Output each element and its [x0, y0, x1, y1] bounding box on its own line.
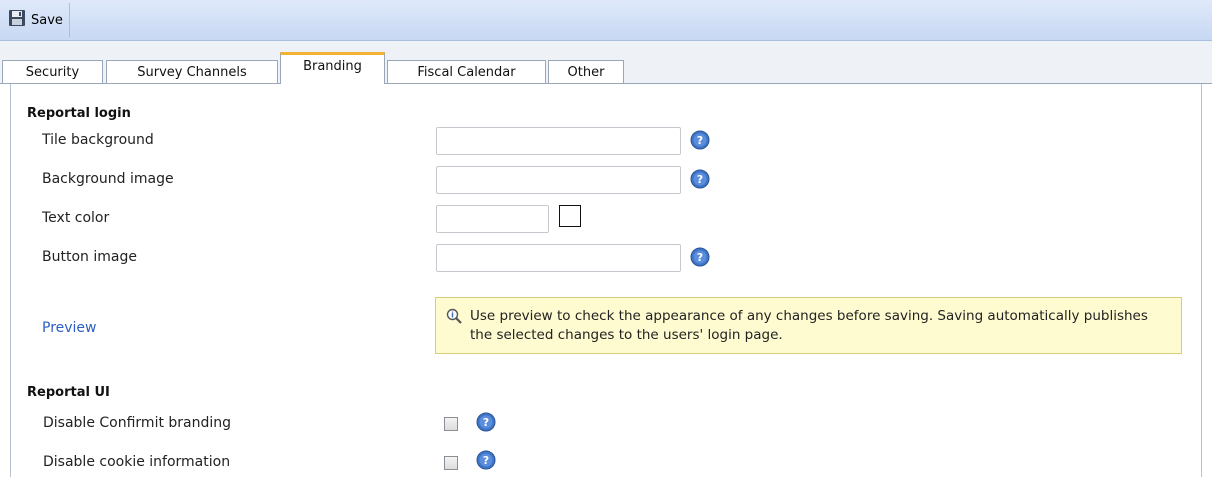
preview-link[interactable]: Preview — [42, 320, 97, 336]
tile-background-input[interactable] — [436, 127, 681, 155]
text-color-label: Text color — [42, 210, 110, 226]
background-image-label: Background image — [42, 171, 174, 187]
tab-security[interactable]: Security — [2, 60, 103, 83]
button-image-input[interactable] — [436, 244, 681, 272]
tile-background-label: Tile background — [42, 132, 154, 148]
save-label: Save — [31, 12, 63, 28]
disable-branding-label: Disable Confirmit branding — [43, 415, 232, 431]
section-title-reportal-login: Reportal login — [27, 106, 131, 121]
branding-panel: Reportal login Tile background ? Backgro… — [10, 84, 1202, 477]
button-image-label: Button image — [42, 249, 137, 265]
svg-text:i: i — [451, 311, 454, 320]
svg-text:?: ? — [697, 173, 703, 186]
help-icon[interactable]: ? — [476, 412, 496, 432]
help-icon[interactable]: ? — [476, 450, 496, 470]
help-icon[interactable]: ? — [690, 247, 710, 267]
text-color-input[interactable] — [436, 205, 549, 233]
help-icon[interactable]: ? — [690, 169, 710, 189]
svg-text:?: ? — [697, 251, 703, 264]
tab-bar: Security Survey Channels Branding Fiscal… — [0, 41, 1212, 84]
background-image-input[interactable] — [436, 166, 681, 194]
disable-cookie-checkbox[interactable] — [444, 456, 458, 470]
text-color-swatch[interactable] — [559, 205, 581, 227]
tab-survey-channels[interactable]: Survey Channels — [106, 60, 278, 83]
section-title-reportal-ui: Reportal UI — [27, 385, 110, 400]
save-button[interactable]: Save — [4, 3, 70, 37]
svg-text:?: ? — [483, 454, 489, 467]
tab-other[interactable]: Other — [548, 60, 624, 83]
tab-branding[interactable]: Branding — [280, 52, 385, 84]
disable-cookie-label: Disable cookie information — [43, 454, 231, 470]
info-message: Use preview to check the appearance of a… — [470, 308, 1148, 343]
help-icon[interactable]: ? — [690, 130, 710, 150]
disable-branding-checkbox[interactable] — [444, 417, 458, 431]
toolbar: Save — [0, 0, 1212, 41]
tab-fiscal-calendar[interactable]: Fiscal Calendar — [387, 60, 546, 83]
svg-text:?: ? — [483, 416, 489, 429]
floppy-disk-icon — [8, 9, 26, 31]
magnifier-info-icon: i — [446, 308, 462, 328]
info-box: i Use preview to check the appearance of… — [435, 297, 1182, 354]
svg-text:?: ? — [697, 134, 703, 147]
